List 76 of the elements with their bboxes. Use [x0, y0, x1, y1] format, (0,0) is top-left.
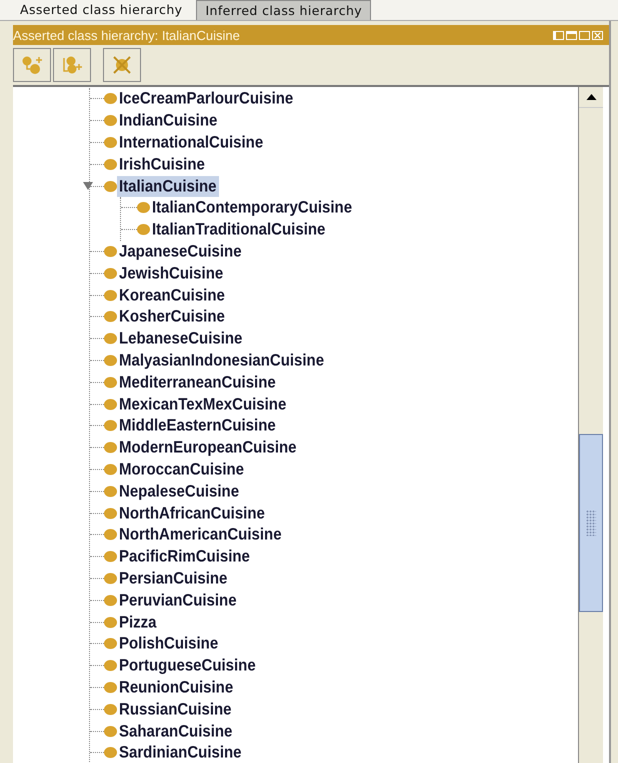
tree-item[interactable]: KosherCuisine [117, 306, 227, 328]
class-icon [104, 486, 117, 497]
class-icon [104, 660, 117, 672]
class-icon [104, 616, 117, 628]
class-icon [104, 180, 117, 192]
tab[interactable]: Inferred class hierarchy [196, 0, 372, 20]
tree-item[interactable]: MoroccanCuisine [117, 458, 246, 480]
scrollbar[interactable] [578, 87, 603, 763]
tree-item[interactable]: IrishCuisine [117, 154, 207, 175]
up-arrow-icon [586, 94, 596, 100]
class-icon [104, 115, 117, 126]
add-subclass-button[interactable] [13, 48, 51, 82]
class-icon [137, 224, 150, 236]
tree-item[interactable]: NorthAfricanCuisine [117, 502, 267, 524]
class-icon [104, 311, 117, 322]
delete-class-button[interactable] [103, 48, 141, 82]
tree-item[interactable]: PortugueseCuisine [117, 655, 258, 676]
tree-item[interactable]: IceCreamParlourCuisine [117, 88, 296, 110]
class-icon [104, 747, 117, 758]
tree-item[interactable]: ReunionCuisine [117, 676, 236, 698]
class-icon [104, 572, 117, 584]
class-icon [104, 246, 117, 257]
class-icon [104, 638, 117, 650]
scroll-thumb[interactable] [579, 434, 603, 612]
add-sibling-button[interactable] [53, 48, 91, 82]
class-icon [104, 420, 117, 432]
split-horizontal-icon[interactable] [566, 30, 577, 40]
class-icon [104, 268, 117, 279]
tree-item[interactable]: MalyasianIndonesianCuisine [117, 350, 326, 371]
maximize-icon[interactable] [579, 30, 590, 40]
tree-item[interactable]: MediterraneanCuisine [117, 372, 278, 393]
class-icon [104, 376, 117, 388]
tree-item[interactable]: PeruvianCuisine [117, 590, 239, 611]
class-icon [104, 442, 117, 454]
class-icon [104, 682, 117, 693]
expander-icon[interactable] [83, 182, 93, 190]
close-icon[interactable] [592, 30, 603, 40]
tree-item[interactable]: SardinianCuisine [117, 742, 244, 763]
class-icon [104, 93, 117, 104]
tree-item[interactable]: NepaleseCuisine [117, 480, 242, 502]
tree-item[interactable]: Pizza [117, 612, 159, 632]
tree-item[interactable]: MexicanTexMexCuisine [117, 394, 288, 414]
tree-item[interactable]: LebaneseCuisine [117, 328, 244, 350]
class-icon [137, 202, 150, 214]
tree-item[interactable]: ModernEuropeanCuisine [117, 437, 299, 458]
tree-item[interactable]: SaharanCuisine [117, 720, 234, 742]
class-icon [104, 726, 117, 736]
class-icon [104, 594, 117, 606]
tree-item[interactable]: PolishCuisine [117, 633, 220, 654]
tree-item[interactable]: RussianCuisine [117, 698, 234, 720]
tree-item[interactable]: ItalianTraditionalCuisine [150, 219, 328, 240]
tree-item[interactable]: JapaneseCuisine [117, 241, 244, 262]
tree-item[interactable]: NorthAmericanCuisine [117, 524, 284, 546]
class-icon [104, 508, 117, 519]
add-subclass-icon [20, 55, 44, 75]
class-icon [104, 464, 117, 475]
tree-item[interactable]: PacificRimCuisine [117, 546, 252, 568]
class-icon [104, 354, 117, 366]
panel-title: Asserted class hierarchy: ItalianCuisine [13, 28, 240, 42]
class-icon [104, 290, 117, 301]
tree-item[interactable]: KoreanCuisine [117, 284, 227, 306]
tree-item[interactable]: JewishCuisine [117, 262, 226, 284]
tree-item[interactable]: MiddleEasternCuisine [117, 415, 278, 436]
class-icon [104, 136, 117, 148]
tree-item[interactable]: InternationalCuisine [117, 132, 266, 153]
class-icon [104, 333, 117, 344]
tree-item[interactable]: ItalianCuisine [117, 176, 219, 197]
tree-item[interactable]: IndianCuisine [117, 110, 220, 132]
class-icon [104, 704, 117, 715]
split-vertical-icon[interactable] [553, 30, 564, 40]
class-icon [104, 551, 117, 562]
class-icon [104, 398, 117, 410]
class-icon [104, 529, 117, 540]
class-icon [104, 158, 117, 170]
tree-item[interactable]: ItalianContemporaryCuisine [150, 197, 354, 218]
tree-item[interactable]: PersianCuisine [117, 568, 230, 589]
